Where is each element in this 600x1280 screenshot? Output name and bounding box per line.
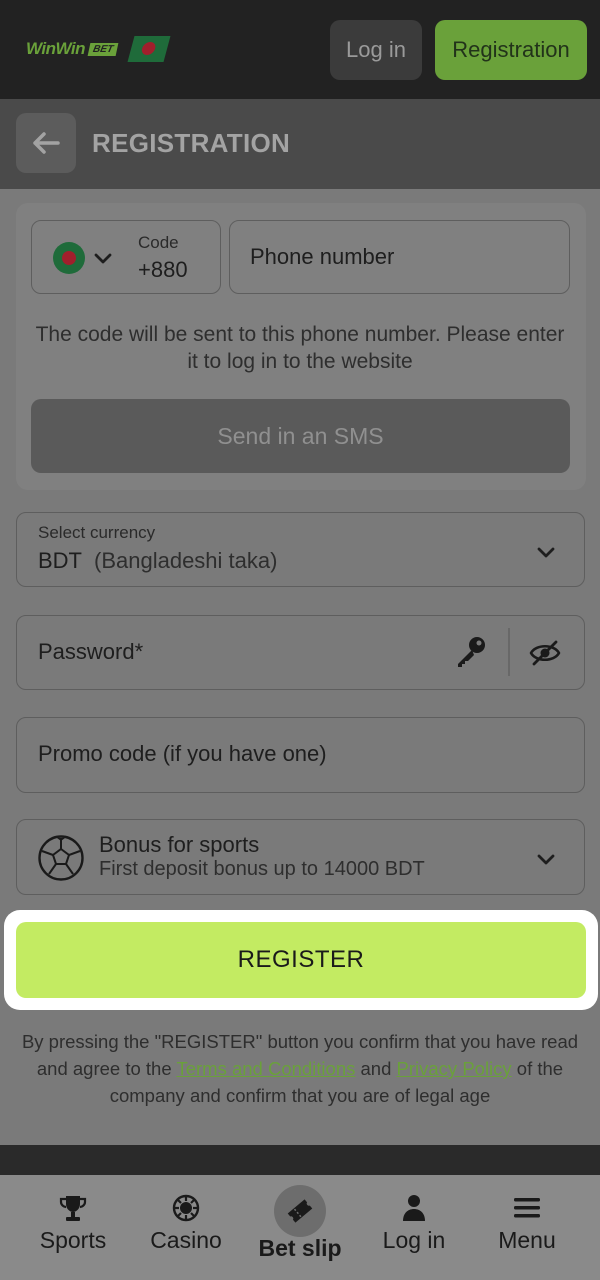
logo-badge: BET: [87, 42, 119, 56]
bonus-subtitle: First deposit bonus up to 14000 BDT: [99, 858, 425, 880]
legal-text: By pressing the "REGISTER" button you co…: [16, 1028, 584, 1109]
sms-hint-text: The code will be sent to this phone numb…: [35, 323, 565, 373]
currency-label: Select currency: [38, 523, 156, 542]
arrow-left-icon: [33, 132, 60, 154]
page-title: REGISTRATION: [92, 128, 291, 158]
legal-text-and: and: [355, 1058, 397, 1079]
top-header: WinWin BET Log in Registration: [0, 0, 600, 99]
divider: [508, 628, 510, 676]
header-login-button[interactable]: Log in: [330, 20, 422, 80]
hamburger-menu-icon: [514, 1198, 540, 1218]
password-field[interactable]: [16, 615, 585, 690]
terms-link[interactable]: Terms and Conditions: [176, 1058, 355, 1079]
footer-strip: [0, 1145, 600, 1175]
nav-menu-label: Menu: [498, 1227, 556, 1253]
user-icon: [403, 1195, 425, 1221]
nav-bet-slip-label: Bet slip: [258, 1235, 342, 1261]
currency-code: BDT: [38, 548, 82, 573]
ticket-icon: [287, 1199, 313, 1223]
phone-number-field[interactable]: [229, 220, 570, 294]
back-button[interactable]: [16, 113, 76, 173]
password-input[interactable]: [38, 616, 438, 688]
currency-value: BDT (Bangladeshi taka): [38, 548, 277, 574]
privacy-policy-link[interactable]: Privacy Policy: [397, 1058, 512, 1079]
trophy-icon: [59, 1196, 87, 1221]
winwin-logo[interactable]: WinWin BET: [26, 36, 171, 62]
bangladesh-flag-icon: [127, 36, 171, 62]
header-registration-button[interactable]: Registration: [435, 20, 587, 80]
bet-slip-icon-circle: [274, 1185, 326, 1237]
nav-menu[interactable]: Menu: [472, 1175, 582, 1280]
title-bar: REGISTRATION: [0, 99, 600, 189]
phone-number-input[interactable]: [250, 221, 550, 293]
casino-chip-icon: [172, 1194, 200, 1222]
nav-login[interactable]: Log in: [359, 1175, 469, 1280]
nav-login-label: Log in: [382, 1227, 446, 1253]
bottom-navigation: Sports Casino Bet slip Log in Menu: [0, 1175, 600, 1280]
bonus-title: Bonus for sports: [99, 832, 260, 857]
chevron-down-icon: [94, 253, 112, 264]
key-icon[interactable]: [453, 634, 489, 670]
nav-sports[interactable]: Sports: [18, 1175, 128, 1280]
bonus-select[interactable]: Bonus for sports First deposit bonus up …: [16, 819, 585, 895]
nav-casino[interactable]: Casino: [131, 1175, 241, 1280]
register-button[interactable]: REGISTER: [16, 922, 586, 998]
register-highlight: REGISTER: [4, 910, 598, 1010]
soccer-ball-icon: [38, 835, 84, 881]
chevron-down-icon: [537, 854, 555, 865]
nav-casino-label: Casino: [150, 1227, 222, 1253]
nav-bet-slip[interactable]: Bet slip: [245, 1175, 355, 1280]
chevron-down-icon: [537, 547, 555, 558]
promo-code-field[interactable]: [16, 717, 585, 793]
send-sms-button[interactable]: Send in an SMS: [31, 399, 570, 473]
currency-select[interactable]: Select currency BDT (Bangladeshi taka): [16, 512, 585, 587]
nav-sports-label: Sports: [39, 1227, 107, 1253]
promo-code-input[interactable]: [38, 718, 558, 790]
logo-text: WinWin: [26, 39, 86, 58]
country-code-selector[interactable]: Code +880: [31, 220, 221, 294]
code-value: +880: [138, 257, 188, 282]
currency-name: (Bangladeshi taka): [94, 548, 278, 573]
eye-slash-icon[interactable]: [529, 639, 561, 667]
code-label: Code: [138, 233, 179, 252]
bangladesh-flag-icon: [53, 242, 85, 274]
